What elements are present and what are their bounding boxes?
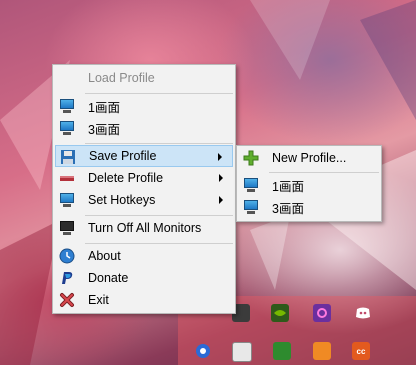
monitor-status-icon[interactable] [232,342,252,362]
separator [85,93,233,94]
submenu-arrow-icon [218,153,222,161]
submenu-item-label: 1画面 [272,179,304,194]
blue-circle-icon[interactable] [194,342,212,360]
menu-item-load-profile: Load Profile [55,67,233,89]
menu-item-label: Set Hotkeys [88,193,156,207]
app-purple-icon[interactable] [313,304,331,322]
menu-item-label: Turn Off All Monitors [88,221,202,235]
orange-app-icon[interactable] [313,342,331,360]
monitor-icon [243,199,259,215]
cc-app-icon[interactable]: cc [352,342,370,360]
nvidia-icon[interactable] [271,304,289,322]
monitor-icon [59,192,75,208]
separator [269,172,379,173]
save-profile-submenu: New Profile... 1画面 3画面 [236,145,382,222]
menu-item-turn-off-monitors[interactable]: Turn Off All Monitors [55,217,233,239]
paypal-icon [59,270,75,286]
floppy-disk-icon [60,149,76,165]
context-menu: Load Profile 1画面 3画面 Save Profile Delete… [52,64,236,314]
submenu-item-profile-3[interactable]: 3画面 [239,196,379,218]
menu-item-label: About [88,249,121,263]
monitor-icon [243,177,259,193]
menu-item-label: Exit [88,293,109,307]
monitor-icon [59,98,75,114]
clock-icon [59,248,75,264]
separator [85,243,233,244]
menu-item-save-profile[interactable]: Save Profile [55,145,233,167]
submenu-item-profile-1[interactable]: 1画面 [239,174,379,196]
plus-icon [243,150,259,166]
menu-item-label: Load Profile [88,71,155,85]
submenu-item-label: New Profile... [272,151,347,165]
submenu-arrow-icon [219,174,223,182]
submenu-arrow-icon [219,196,223,204]
separator [85,215,233,216]
menu-item-set-hotkeys[interactable]: Set Hotkeys [55,189,233,211]
menu-item-label: Delete Profile [88,171,164,185]
menu-item-exit[interactable]: Exit [55,289,233,311]
discord-icon[interactable] [354,304,372,322]
dark-monitor-icon [59,220,75,236]
menu-item-label: 1画面 [88,100,120,115]
menu-item-label: Donate [88,271,129,285]
monitor-icon [59,120,75,136]
menu-item-about[interactable]: About [55,245,233,267]
menu-item-profile-3[interactable]: 3画面 [55,117,233,139]
red-x-icon [59,292,75,308]
menu-item-donate[interactable]: Donate [55,267,233,289]
submenu-item-label: 3画面 [272,201,304,216]
menu-item-label: Save Profile [89,149,157,163]
separator [85,143,233,144]
submenu-item-new-profile[interactable]: New Profile... [239,147,379,169]
menu-item-delete-profile[interactable]: Delete Profile [55,167,233,189]
menu-item-profile-1[interactable]: 1画面 [55,95,233,117]
green-app-icon[interactable] [273,342,291,360]
menu-item-label: 3画面 [88,122,120,137]
delete-bar-icon [59,170,75,186]
